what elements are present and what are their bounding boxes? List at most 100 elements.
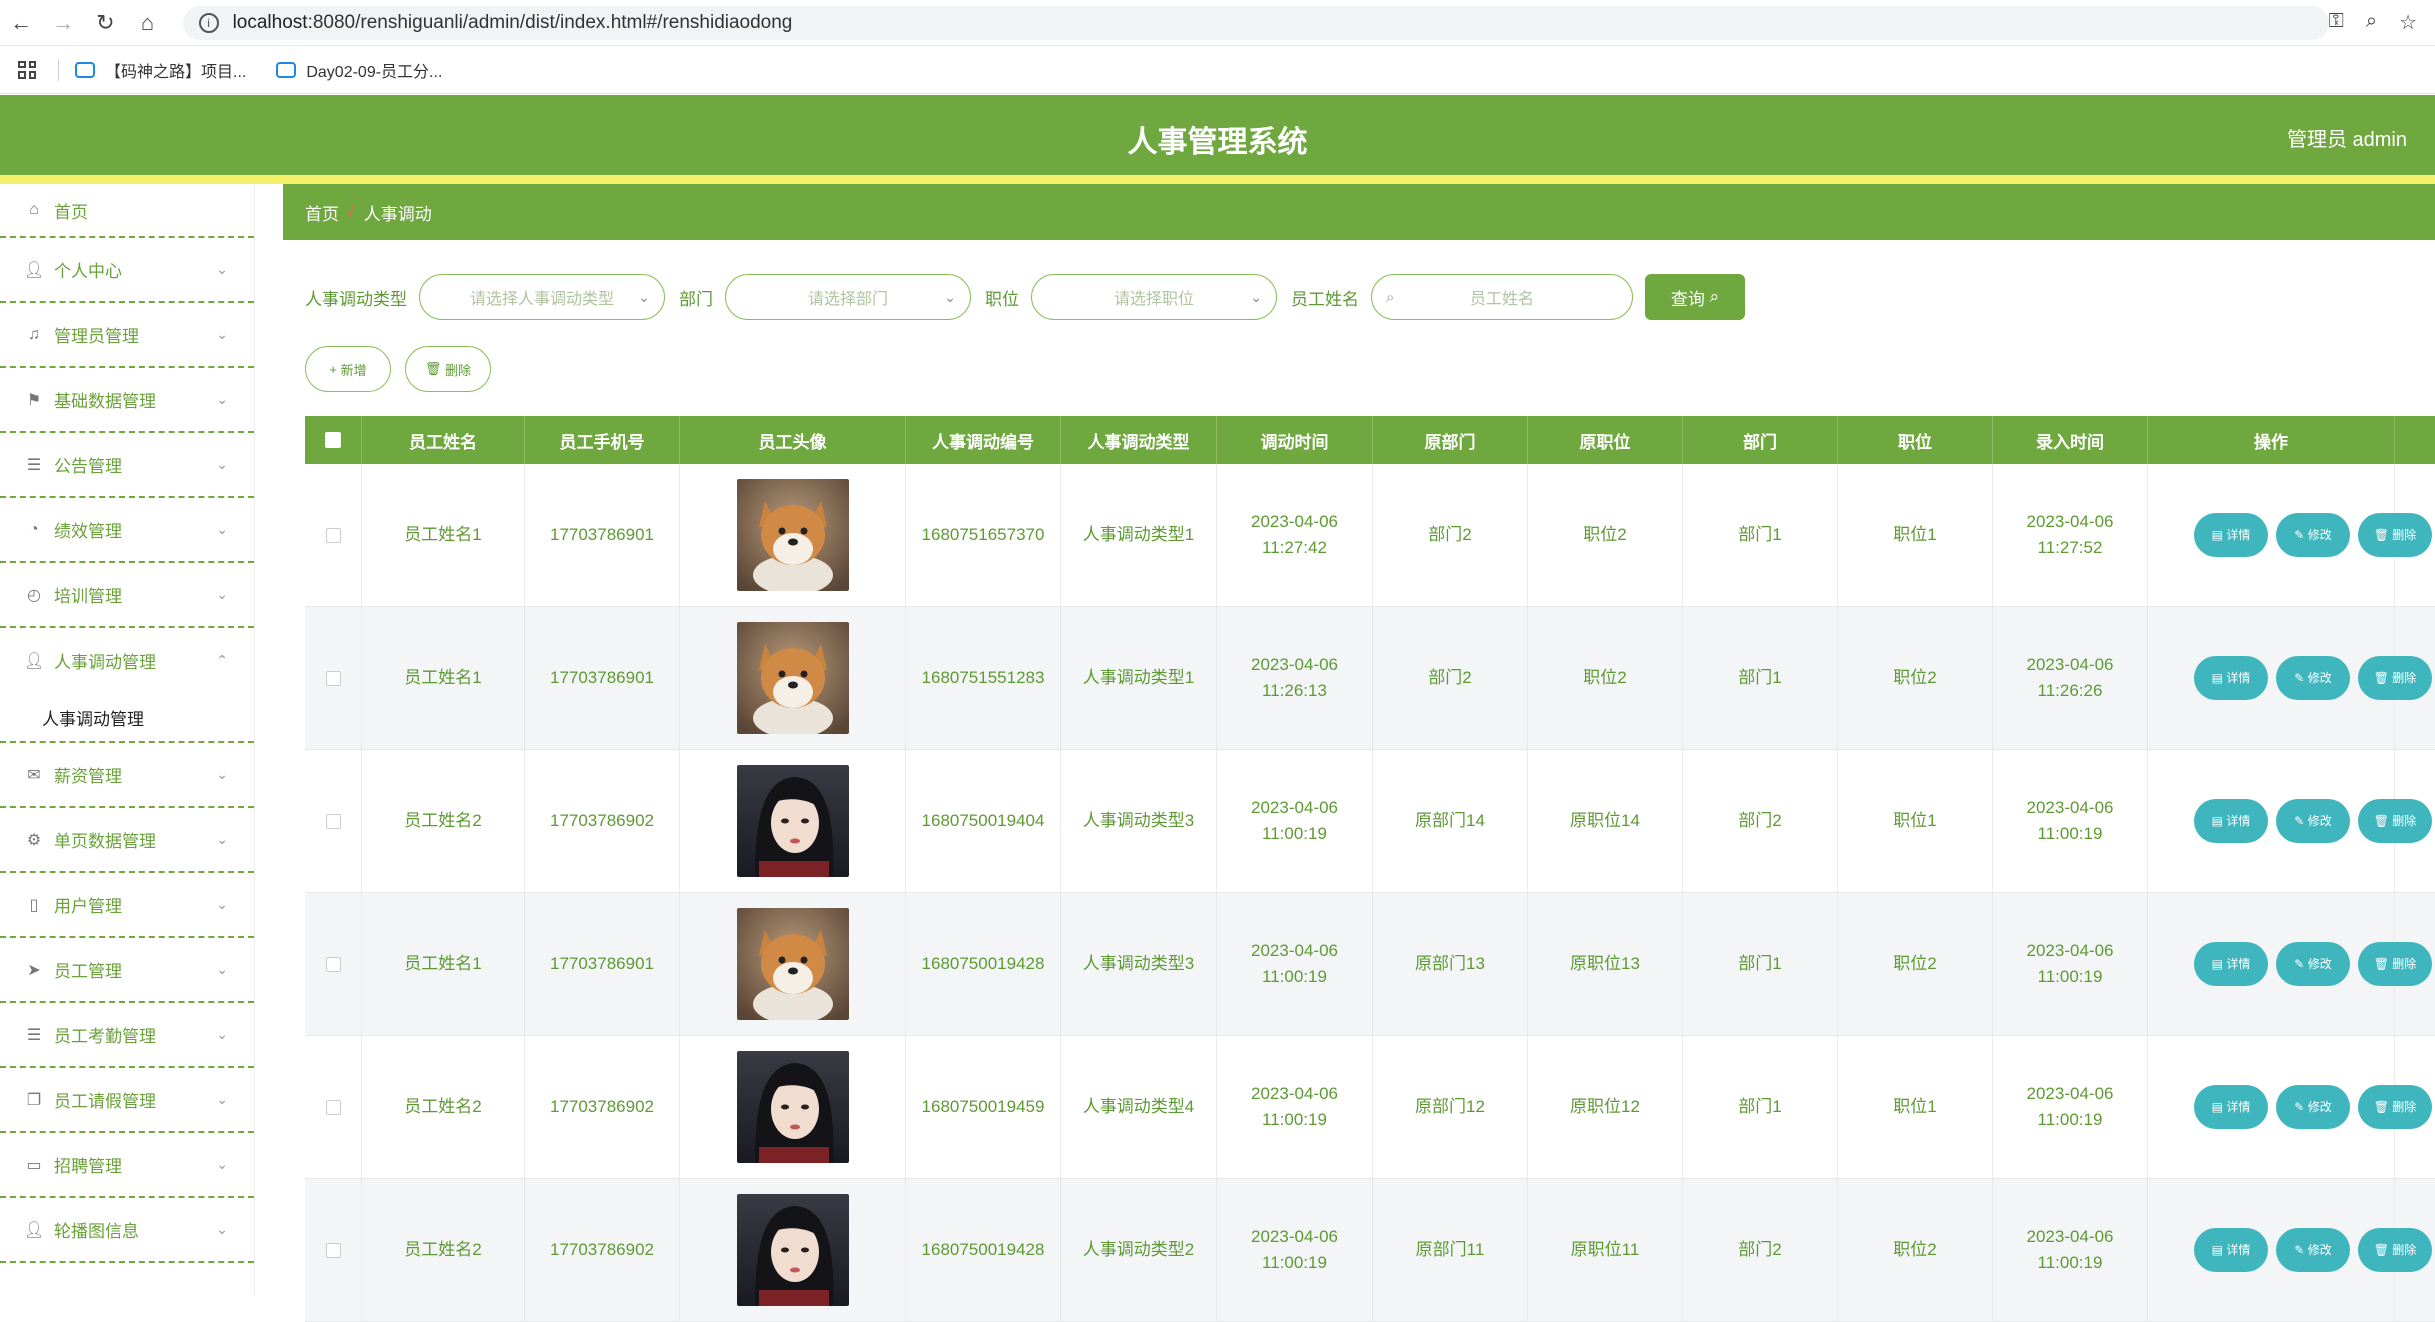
avatar[interactable] xyxy=(736,1194,849,1306)
col-old-pos[interactable]: 原职位 xyxy=(1528,416,1683,464)
edit-button[interactable]: ✎ 修改 xyxy=(2276,656,2350,700)
sidebar-item-transfer[interactable]: 👤︎ 人事调动管理 ⌃ xyxy=(0,628,254,693)
col-number[interactable]: 人事调动编号 xyxy=(906,416,1061,464)
sidebar-item-users[interactable]: ▯ 用户管理 ⌄ xyxy=(0,873,254,938)
row-checkbox[interactable] xyxy=(325,670,341,686)
col-pos[interactable]: 职位 xyxy=(1838,416,1993,464)
detail-button[interactable]: ▤ 详情 xyxy=(2194,1085,2268,1129)
cell-ops: ▤ 详情 ✎ 修改 🗑︎ 删除 xyxy=(2148,607,2432,749)
sidebar-item-basic-data[interactable]: ⚑ 基础数据管理 ⌄ xyxy=(0,368,254,433)
name-label: 员工姓名 xyxy=(1291,289,1359,309)
table-row[interactable]: 员工姓名1 17703786901 1680751657370 人事调动类型1 2023… xyxy=(305,464,2435,607)
row-delete-button[interactable]: 🗑︎ 删除 xyxy=(2358,513,2432,557)
sidebar-item-carousel[interactable]: 👤︎ 轮播图信息 ⌄ xyxy=(0,1198,254,1263)
sidebar-item-employees[interactable]: ➤ 员工管理 ⌄ xyxy=(0,938,254,1003)
query-button[interactable]: 查询 ⌕ xyxy=(1645,274,1745,320)
user-menu[interactable]: 管理员 admin xyxy=(2287,123,2407,152)
select-all-checkbox[interactable] xyxy=(325,432,341,448)
row-select-cell xyxy=(305,1036,362,1178)
row-checkbox[interactable] xyxy=(325,1099,341,1115)
gauge-icon: ◔ xyxy=(29,520,39,538)
delete-button[interactable]: 🗑︎ 删除 xyxy=(405,346,491,392)
apps-icon[interactable] xyxy=(18,60,36,79)
col-avatar[interactable]: 员工头像 xyxy=(680,416,906,464)
row-delete-button[interactable]: 🗑︎ 删除 xyxy=(2358,656,2432,700)
col-old-dept[interactable]: 原部门 xyxy=(1373,416,1528,464)
table-row[interactable]: 员工姓名1 17703786901 1680751551283 人事调动类型1 2023… xyxy=(305,607,2435,750)
avatar[interactable] xyxy=(736,622,849,734)
type-select[interactable]: 请选择人事调动类型 ⌄ xyxy=(419,274,665,320)
user-icon: 👤︎ xyxy=(24,652,45,670)
col-phone[interactable]: 员工手机号 xyxy=(525,416,680,464)
table-row[interactable]: 员工姓名2 17703786902 1680750019404 人事调动类型3 2023… xyxy=(305,750,2435,893)
avatar[interactable] xyxy=(736,1051,849,1163)
pos-select[interactable]: 请选择职位 ⌄ xyxy=(1031,274,1277,320)
detail-button[interactable]: ▤ 详情 xyxy=(2194,513,2268,557)
address-bar[interactable]: i localhost:8080/renshiguanli/admin/dist… xyxy=(182,5,2329,40)
home-icon[interactable]: ⌂ xyxy=(126,0,168,46)
edit-button[interactable]: ✎ 修改 xyxy=(2276,942,2350,986)
user-icon: 👤︎ xyxy=(24,261,45,279)
sidebar-item-home[interactable]: ⌂ 首页 xyxy=(0,184,254,238)
star-icon[interactable]: ☆ xyxy=(2399,10,2417,35)
col-created[interactable]: 录入时间 xyxy=(1993,416,2148,464)
table-row[interactable]: 员工姓名2 17703786902 1680750019459 人事调动类型4 2023… xyxy=(305,1036,2435,1179)
avatar[interactable] xyxy=(736,479,849,591)
row-checkbox[interactable] xyxy=(325,813,341,829)
plus-icon: + xyxy=(329,361,337,377)
row-checkbox[interactable] xyxy=(325,527,341,543)
bookmark-2[interactable]: Day02-09-员工分... xyxy=(276,58,442,82)
sidebar-item-admins[interactable]: ♫ 管理员管理 ⌄ xyxy=(0,303,254,368)
cell-avatar xyxy=(680,893,906,1035)
detail-button[interactable]: ▤ 详情 xyxy=(2194,942,2268,986)
row-delete-button[interactable]: 🗑︎ 删除 xyxy=(2358,799,2432,843)
back-icon[interactable]: ← xyxy=(0,0,42,46)
sidebar-item-performance[interactable]: ◔ 绩效管理 ⌄ xyxy=(0,498,254,563)
row-checkbox[interactable] xyxy=(325,1242,341,1258)
edit-button[interactable]: ✎ 修改 xyxy=(2276,513,2350,557)
col-name[interactable]: 员工姓名 xyxy=(362,416,525,464)
trash-icon: 🗑︎ xyxy=(2373,528,2389,542)
card-icon: ▭ xyxy=(26,1156,42,1174)
row-delete-button[interactable]: 🗑︎ 删除 xyxy=(2358,1228,2432,1272)
bookmark-1[interactable]: 【码神之路】项目... xyxy=(75,58,246,82)
sidebar-subitem-transfer[interactable]: 人事调动管理 xyxy=(0,693,254,743)
sidebar-item-notices[interactable]: ☰ 公告管理 ⌄ xyxy=(0,433,254,498)
key-icon[interactable]: ⚿ xyxy=(2329,10,2344,35)
breadcrumb-home[interactable]: 首页 xyxy=(305,200,339,225)
sidebar-item-single-page[interactable]: ⚙ 单页数据管理 ⌄ xyxy=(0,808,254,873)
avatar[interactable] xyxy=(736,765,849,877)
row-delete-button[interactable]: 🗑︎ 删除 xyxy=(2358,1085,2432,1129)
avatar[interactable] xyxy=(736,908,849,1020)
add-button[interactable]: + 新增 xyxy=(305,346,391,392)
row-delete-button[interactable]: 🗑︎ 删除 xyxy=(2358,942,2432,986)
sidebar-item-label: 员工管理 xyxy=(54,962,122,981)
detail-button[interactable]: ▤ 详情 xyxy=(2194,656,2268,700)
sidebar-item-leave[interactable]: ❐ 员工请假管理 ⌄ xyxy=(0,1068,254,1133)
detail-button[interactable]: ▤ 详情 xyxy=(2194,1228,2268,1272)
col-time[interactable]: 调动时间 xyxy=(1217,416,1373,464)
dept-select[interactable]: 请选择部门 ⌄ xyxy=(725,274,971,320)
detail-button[interactable]: ▤ 详情 xyxy=(2194,799,2268,843)
chevron-down-icon: ⌄ xyxy=(216,1221,228,1237)
sidebar-item-recruit[interactable]: ▭ 招聘管理 ⌄ xyxy=(0,1133,254,1198)
edit-button[interactable]: ✎ 修改 xyxy=(2276,1085,2350,1129)
table-row[interactable]: 员工姓名2 17703786902 1680750019428 人事调动类型2 2023… xyxy=(305,1179,2435,1322)
table-row[interactable]: 员工姓名1 17703786901 1680750019428 人事调动类型3 2023… xyxy=(305,893,2435,1036)
zoom-icon[interactable]: ⌕ xyxy=(2366,10,2377,35)
forward-icon[interactable]: → xyxy=(42,0,84,46)
name-input[interactable]: ⌕ 员工姓名 xyxy=(1371,274,1633,320)
sidebar-item-attendance[interactable]: ☰ 员工考勤管理 ⌄ xyxy=(0,1003,254,1068)
settings-icon: ⚙ xyxy=(26,831,42,849)
reload-icon[interactable]: ↻ xyxy=(84,0,126,46)
sidebar-item-training[interactable]: ◴ 培训管理 ⌄ xyxy=(0,563,254,628)
sidebar-item-profile[interactable]: 👤︎ 个人中心 ⌄ xyxy=(0,238,254,303)
col-dept[interactable]: 部门 xyxy=(1683,416,1838,464)
site-info-icon[interactable]: i xyxy=(198,12,219,33)
edit-button[interactable]: ✎ 修改 xyxy=(2276,799,2350,843)
row-checkbox[interactable] xyxy=(325,956,341,972)
detail-label: 详情 xyxy=(2226,957,2251,971)
edit-button[interactable]: ✎ 修改 xyxy=(2276,1228,2350,1272)
sidebar-item-salary[interactable]: ✉ 薪资管理 ⌄ xyxy=(0,743,254,808)
col-type[interactable]: 人事调动类型 xyxy=(1061,416,1217,464)
